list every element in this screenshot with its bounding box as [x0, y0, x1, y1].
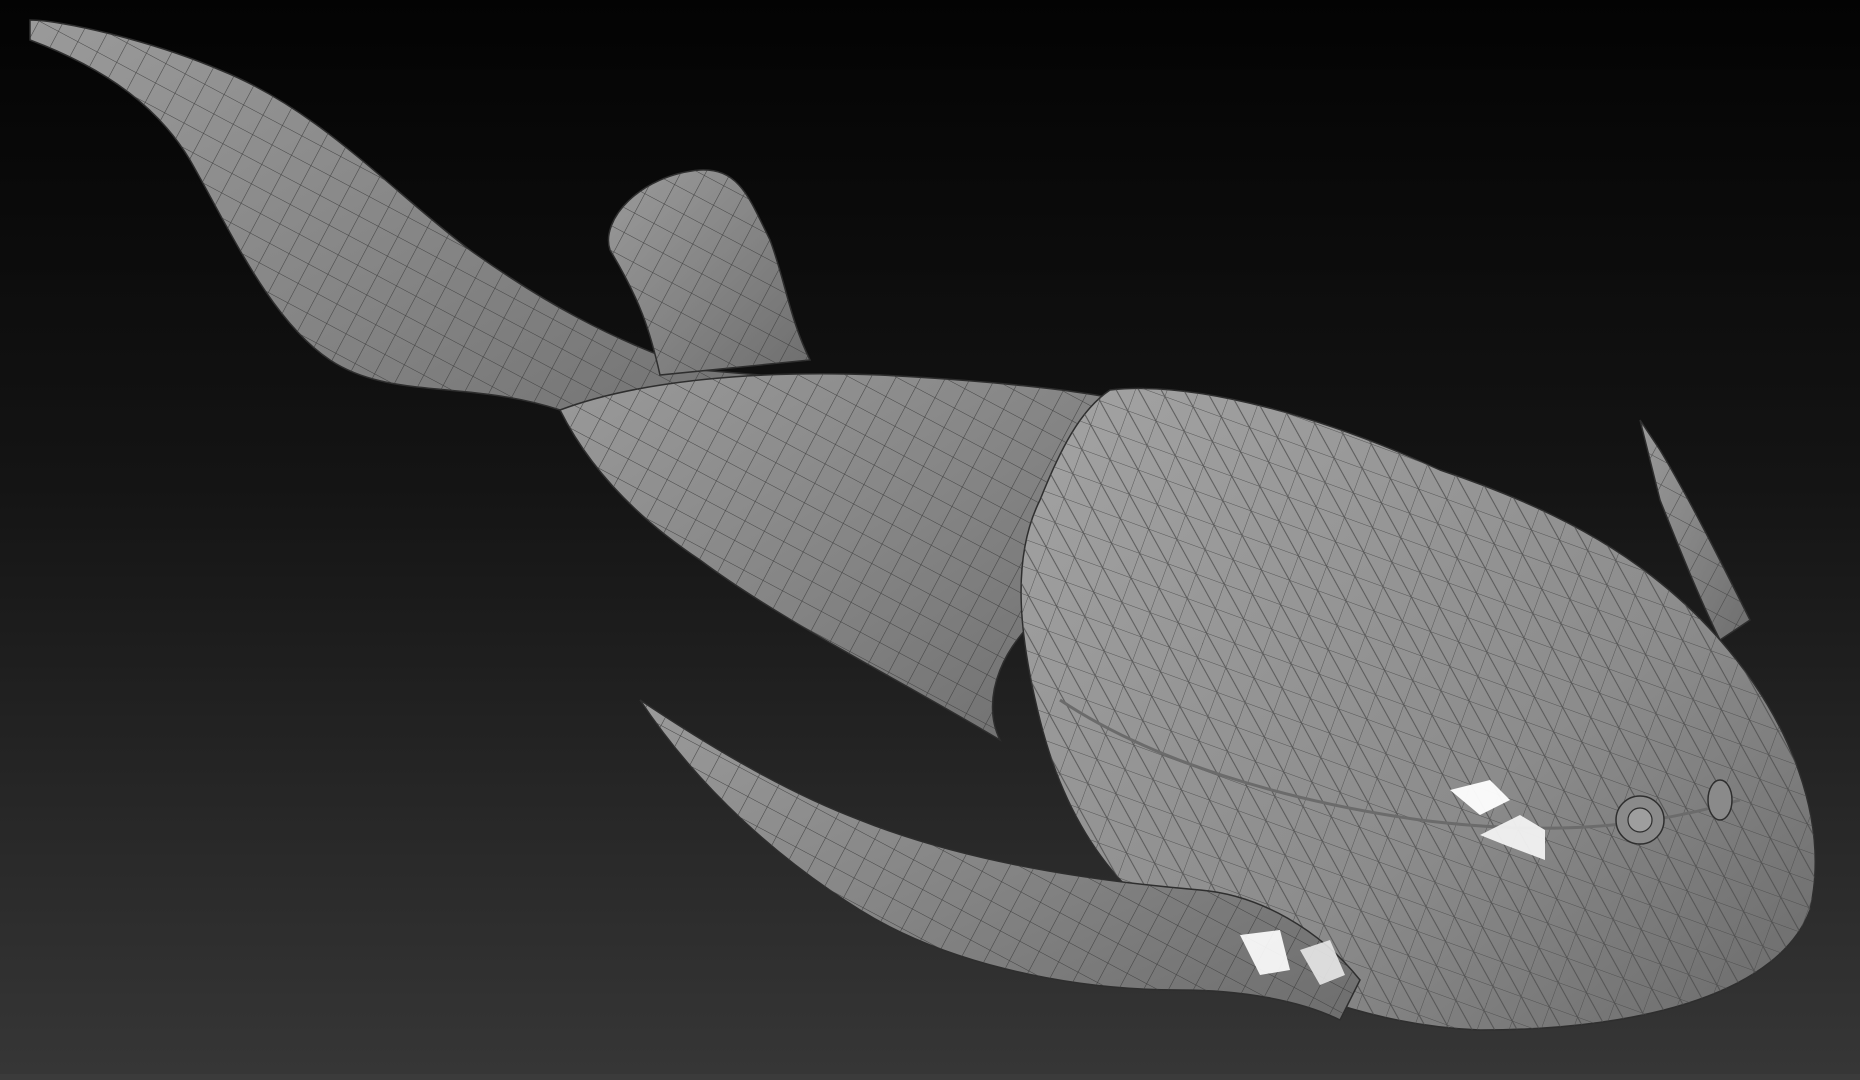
3d-viewport[interactable]	[0, 0, 1860, 1074]
status-strip	[0, 1074, 1860, 1080]
viewport-canvas[interactable]	[0, 0, 1860, 1074]
eye-left	[1615, 795, 1665, 845]
eye-right	[1707, 779, 1733, 821]
